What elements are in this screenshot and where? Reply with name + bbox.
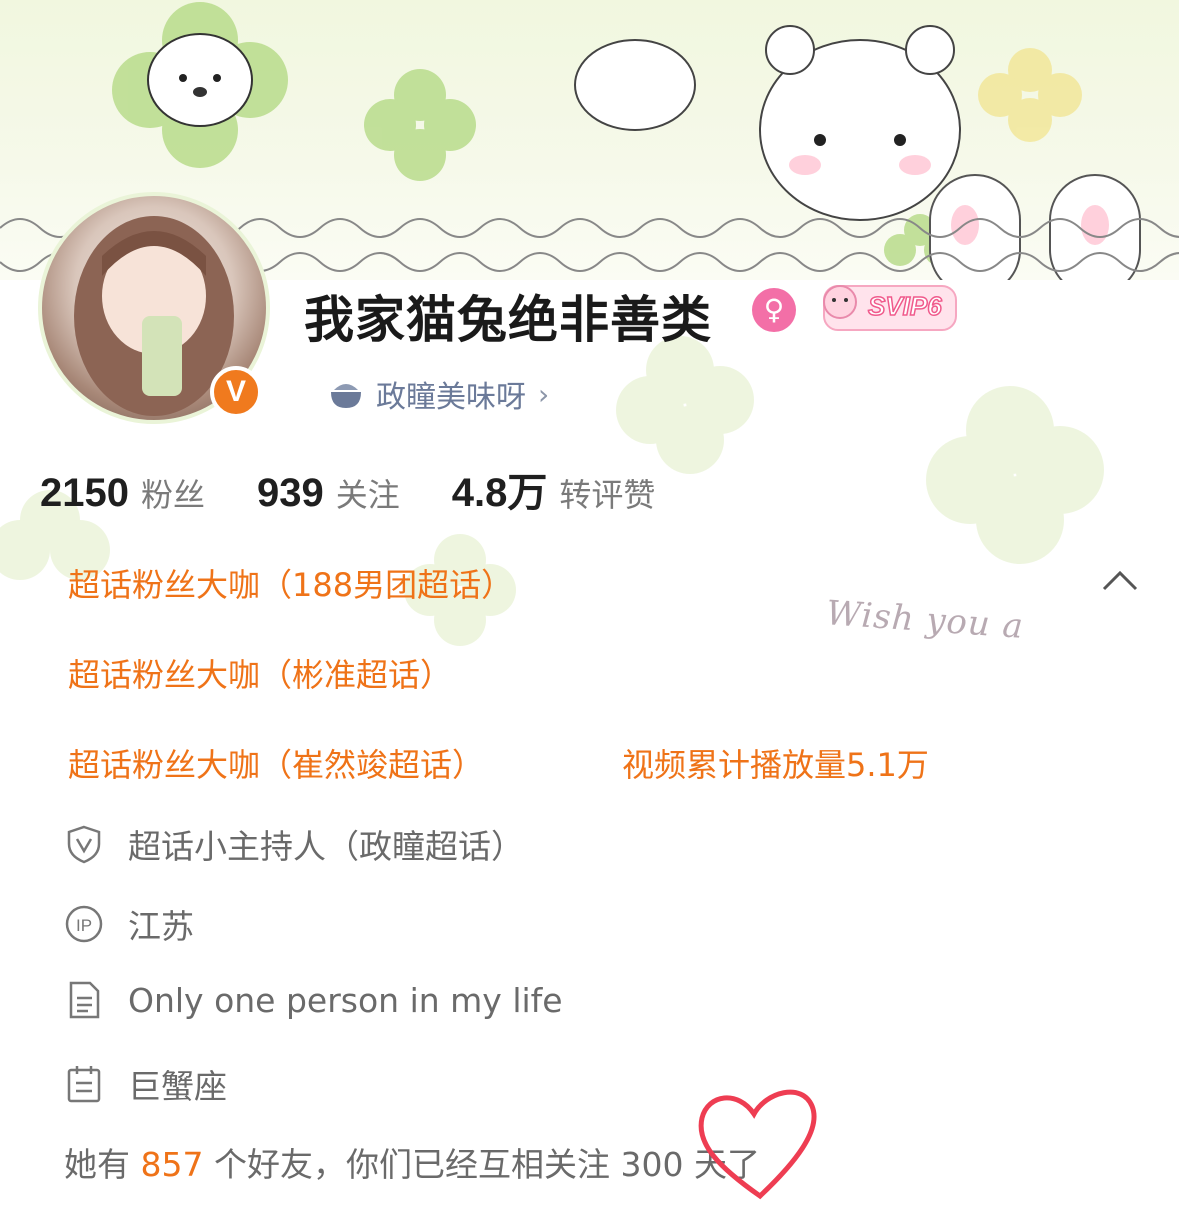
fanclub-link[interactable]: 政瞳美味呀 › bbox=[328, 372, 549, 416]
calendar-icon bbox=[64, 1064, 104, 1104]
svip-label: SVIP6 bbox=[867, 290, 942, 322]
hand-drawn-heart-icon bbox=[698, 1089, 817, 1200]
ip-location-text: 江苏 bbox=[128, 907, 194, 946]
following-count[interactable]: 939 bbox=[257, 471, 324, 516]
chevron-right-icon: › bbox=[538, 377, 550, 411]
badge-superfan-cuiranjun[interactable]: 超话粉丝大咖（崔然竣超话） bbox=[68, 740, 484, 786]
info-row-zodiac: 巨蟹座 bbox=[64, 1060, 227, 1108]
interactions-label: 转评赞 bbox=[559, 476, 656, 514]
interactions-count: 4.8万 bbox=[451, 471, 548, 515]
badge-video-plays[interactable]: 视频累计播放量5.1万 bbox=[622, 740, 929, 786]
info-row-ip: IP 江苏 bbox=[64, 900, 194, 948]
chevron-up-icon[interactable] bbox=[1100, 565, 1140, 595]
followers-count[interactable]: 2150 bbox=[40, 471, 129, 516]
stats-bar: 2150 粉丝 939 关注 4.8万 转评赞 bbox=[40, 460, 707, 518]
female-gender-icon: ♀ bbox=[752, 288, 796, 332]
friends-suffix: 个好友，你们已经互相关注 300 天了 bbox=[203, 1145, 760, 1184]
host-text: 超话小主持人（政瞳超话） bbox=[128, 827, 524, 866]
svg-text:IP: IP bbox=[76, 916, 92, 935]
shield-v-icon bbox=[64, 824, 104, 864]
followers-label[interactable]: 粉丝 bbox=[141, 470, 205, 516]
profile-name: 我家猫兔绝非善类 bbox=[304, 291, 712, 349]
zodiac-text: 巨蟹座 bbox=[128, 1067, 227, 1106]
badge-superfan-binzhun[interactable]: 超话粉丝大咖（彬准超话） bbox=[68, 650, 452, 696]
rice-bowl-icon bbox=[331, 384, 361, 408]
ip-icon: IP bbox=[64, 904, 104, 944]
verified-v-icon: V bbox=[210, 366, 262, 418]
friends-prefix: 她有 bbox=[64, 1145, 141, 1184]
document-icon bbox=[64, 980, 104, 1020]
fanclub-label: 政瞳美味呀 bbox=[376, 380, 526, 415]
friends-count: 857 bbox=[140, 1145, 204, 1184]
info-row-host[interactable]: 超话小主持人（政瞳超话） bbox=[64, 820, 524, 868]
mutual-friends-line[interactable]: 她有 857 个好友，你们已经互相关注 300 天了 bbox=[64, 1138, 760, 1186]
info-row-bio: Only one person in my life bbox=[64, 980, 563, 1020]
bio-text: Only one person in my life bbox=[128, 980, 563, 1020]
badge-superfan-188[interactable]: 超话粉丝大咖（188男团超话） bbox=[68, 560, 513, 606]
following-label[interactable]: 关注 bbox=[336, 470, 400, 516]
